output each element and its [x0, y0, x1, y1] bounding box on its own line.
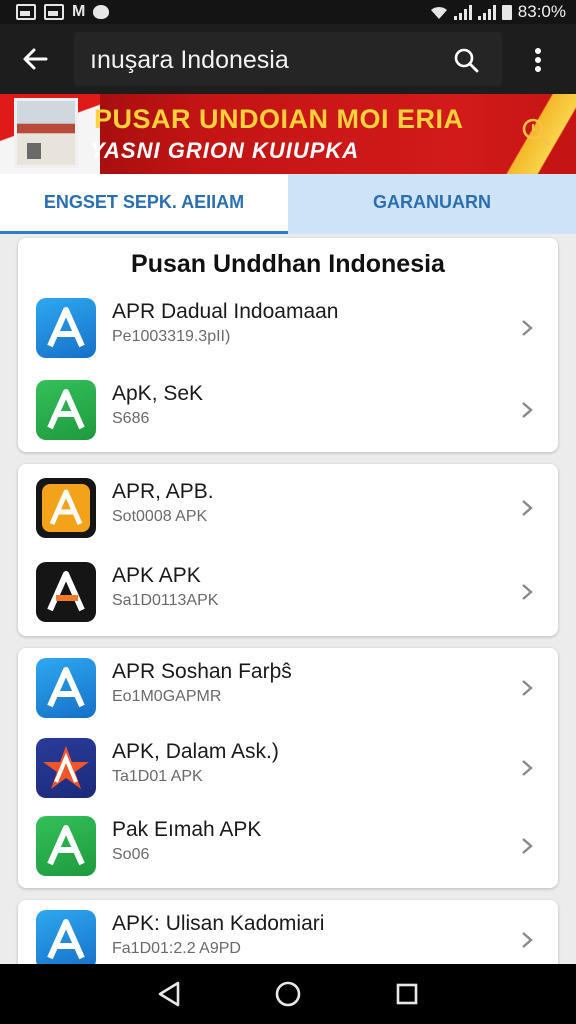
photo-notification-icon	[16, 4, 36, 20]
app-title: APK APK	[112, 564, 201, 587]
card-title: Pusan Unddhan Indonesia	[131, 250, 445, 278]
app-subtitle: S686	[112, 410, 150, 427]
orange-a-icon	[36, 478, 96, 538]
list-item[interactable]: ApK, SeK S686	[18, 370, 558, 450]
chevron-right-icon	[522, 584, 533, 600]
chevron-right-icon	[522, 320, 533, 336]
battery-icon	[501, 4, 512, 20]
green-a-icon	[36, 380, 96, 440]
signal-icon	[453, 4, 472, 20]
green-a-icon	[36, 816, 96, 876]
signal-icon-2	[477, 4, 496, 20]
nav-back-button[interactable]	[144, 969, 194, 1019]
list-item[interactable]: APR Dadual Indoamaan Pe1003319.3pII)	[18, 288, 558, 368]
home-circle-icon	[275, 981, 301, 1007]
app-subtitle: Pe1003319.3pII)	[112, 328, 231, 345]
app-subtitle: So06	[112, 846, 150, 863]
system-nav-bar	[0, 964, 576, 1024]
app-title: APK, Dalam Ask.)	[112, 740, 279, 763]
app-title: APR, APB.	[112, 480, 214, 503]
app-title: ApK, SeK	[112, 382, 204, 405]
app-title: APK: Ulisan Kadomiari	[112, 912, 325, 935]
system-status: 83:0%	[430, 2, 566, 22]
search-icon	[454, 48, 479, 73]
building-photo	[14, 98, 78, 168]
black-a-icon	[36, 562, 96, 622]
back-arrow-icon	[23, 48, 48, 70]
wifi-icon	[430, 6, 447, 19]
promo-banner[interactable]: PUSAR UNDOIAN MOI ERIA YASNI GRION KUIUP…	[0, 94, 576, 174]
list-item[interactable]: APK APK Sa1D0113APK	[18, 552, 558, 632]
list-item[interactable]: APR, APB. Sot0008 APK	[18, 468, 558, 548]
status-bar: M 83:0%	[0, 0, 576, 24]
blue-a-icon	[36, 298, 96, 358]
list-item[interactable]: APK, Dalam Ask.) Ta1D01 APK	[18, 728, 558, 808]
banner-search-icon[interactable]	[518, 114, 554, 150]
back-button[interactable]	[0, 24, 70, 94]
app-list-card-3: APR Soshan Farþŝ Eo1M0GAPMR APK, Dalam A…	[18, 648, 558, 888]
nav-recents-button[interactable]	[382, 969, 432, 1019]
list-item[interactable]: Pak Eımah APK So06	[18, 806, 558, 886]
app-list-card-2: APR, APB. Sot0008 APK APK APK Sa1D0113AP…	[18, 464, 558, 636]
cat-notification-icon	[93, 5, 110, 19]
gmail-notification-icon: M	[72, 3, 86, 20]
app-list-card-1: Pusan Unddhan Indonesia APR Dadual Indoa…	[18, 238, 558, 452]
app-title: APR Dadual Indoamaan	[112, 300, 339, 323]
app-subtitle: Ta1D01 APK	[112, 768, 203, 785]
app-subtitle: Sot0008 APK	[112, 508, 208, 525]
tab-bar: ENGSET SEPK. AEIIAM GARANUARN	[0, 174, 576, 234]
list-item[interactable]: APR Soshan Farþŝ Eo1M0GAPMR	[18, 648, 558, 728]
chevron-right-icon	[522, 402, 533, 418]
app-title: Pak Eımah APK	[112, 818, 262, 841]
recents-square-icon	[396, 983, 417, 1005]
app-title: APR Soshan Farþŝ	[112, 660, 292, 683]
search-query-text[interactable]: ınuşara Indonesia	[90, 46, 289, 75]
back-triangle-icon	[159, 981, 180, 1007]
battery-percentage: 83:0%	[517, 2, 566, 21]
app-bar: ınuşara Indonesia	[0, 24, 576, 94]
overflow-menu-button[interactable]	[516, 38, 560, 82]
tab-garanuarn[interactable]: GARANUARN	[288, 174, 576, 234]
app-subtitle: Eo1M0GAPMR	[112, 688, 222, 705]
blue-a-icon	[36, 910, 96, 970]
star-a-icon	[36, 738, 96, 798]
nav-home-button[interactable]	[263, 969, 313, 1019]
chevron-right-icon	[522, 500, 533, 516]
search-button[interactable]	[440, 38, 492, 82]
banner-title: PUSAR UNDOIAN MOI ERIA	[94, 104, 464, 134]
chevron-right-icon	[522, 680, 533, 696]
chevron-right-icon	[522, 838, 533, 854]
chevron-right-icon	[522, 760, 533, 776]
app-subtitle: Sa1D0113APK	[112, 592, 219, 609]
chevron-right-icon	[522, 932, 533, 948]
app-subtitle: Fa1D01:2.2 A9PD	[112, 940, 241, 957]
tab-engset[interactable]: ENGSET SEPK. AEIIAM	[0, 174, 288, 234]
banner-subtitle: YASNI GRION KUIUPKA	[90, 138, 360, 163]
blue-a-icon	[36, 658, 96, 718]
notification-icons: M	[16, 3, 110, 20]
more-vert-icon	[535, 48, 541, 72]
image-notification-icon	[44, 4, 64, 20]
